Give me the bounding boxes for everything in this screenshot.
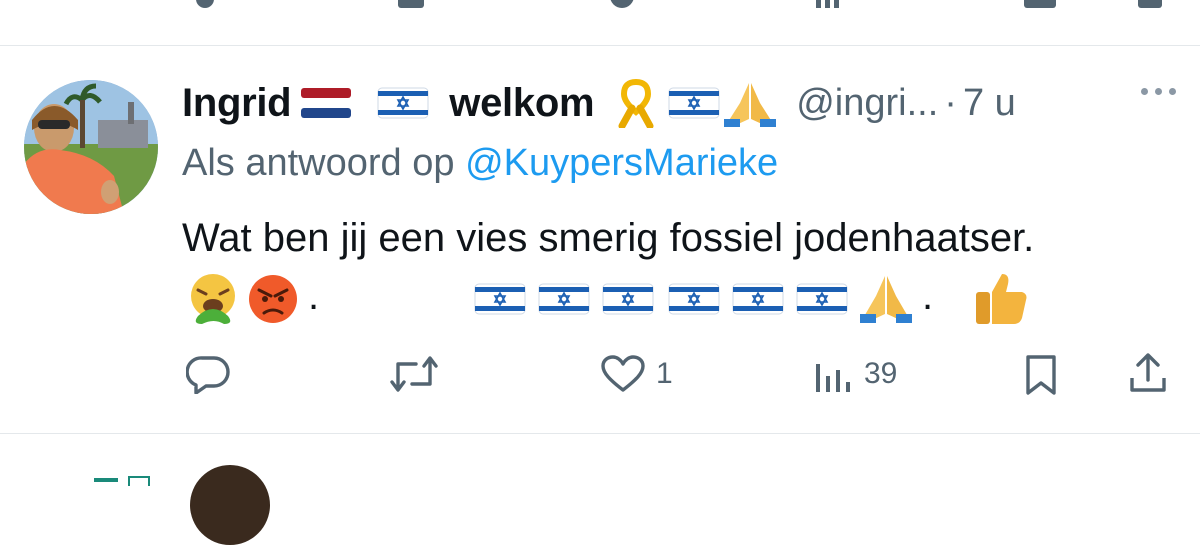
like-button[interactable]: 1 (600, 354, 673, 394)
previous-tweet-actions (0, 0, 1200, 14)
israel-flag-icon (377, 87, 429, 119)
tweet-header: Ingrid welkom @ingri... · 7 u (182, 78, 1016, 128)
folded-hands-icon (724, 83, 777, 127)
emoji-line-dot: . (308, 274, 320, 318)
israel-flag-icon (602, 283, 654, 315)
israel-flag-icon (732, 283, 784, 315)
user-handle[interactable]: @ingri... (796, 82, 938, 125)
yellow-ribbon-icon (618, 78, 654, 128)
netherlands-flag-icon (301, 88, 352, 118)
tweet-text: Wat ben jij een vies smerig fossiel jode… (182, 216, 1035, 260)
display-name-text: Ingrid (182, 80, 292, 125)
emoji-line-dot: . (922, 274, 934, 318)
share-icon (1130, 353, 1166, 392)
reply-label: Als antwoord op (182, 142, 466, 184)
divider-top (0, 45, 1200, 46)
views-icon (816, 364, 850, 392)
thumbs-up-icon (976, 274, 1027, 324)
like-count: 1 (656, 357, 673, 390)
more-icon[interactable] (1141, 88, 1176, 95)
divider-bottom (0, 433, 1200, 434)
israel-flag-icon (668, 87, 720, 119)
israel-flag-icon (538, 283, 590, 315)
timestamp[interactable]: 7 u (963, 82, 1016, 125)
reply-button[interactable] (186, 354, 240, 394)
angry-face-icon (249, 275, 297, 323)
heart-icon (601, 355, 645, 392)
display-name[interactable]: Ingrid welkom (182, 78, 790, 128)
tweet-actions: 1 39 (0, 348, 1200, 400)
bookmark-icon (1026, 355, 1056, 395)
views-button[interactable]: 39 (814, 354, 897, 394)
reply-context: Als antwoord op @KuypersMarieke (182, 142, 778, 185)
views-count: 39 (864, 357, 898, 390)
separator-dot: · (944, 81, 957, 124)
israel-flag-icon (474, 283, 526, 315)
share-button[interactable] (1128, 352, 1168, 394)
next-tweet-context (94, 476, 150, 486)
bookmark-button[interactable] (1024, 354, 1058, 396)
folded-hands-icon (860, 276, 912, 323)
retweet-button[interactable] (388, 354, 450, 394)
display-name-word: welkom (449, 80, 595, 125)
avatar[interactable] (24, 80, 158, 214)
reply-icon (186, 356, 230, 394)
israel-flag-icon (796, 283, 848, 315)
next-tweet-avatar[interactable] (190, 465, 270, 545)
vomiting-face-icon (191, 274, 235, 324)
reply-mention-link[interactable]: @KuypersMarieke (465, 142, 778, 184)
retweet-icon (390, 356, 438, 392)
avatar-photo (24, 80, 158, 214)
israel-flag-icon (668, 283, 720, 315)
